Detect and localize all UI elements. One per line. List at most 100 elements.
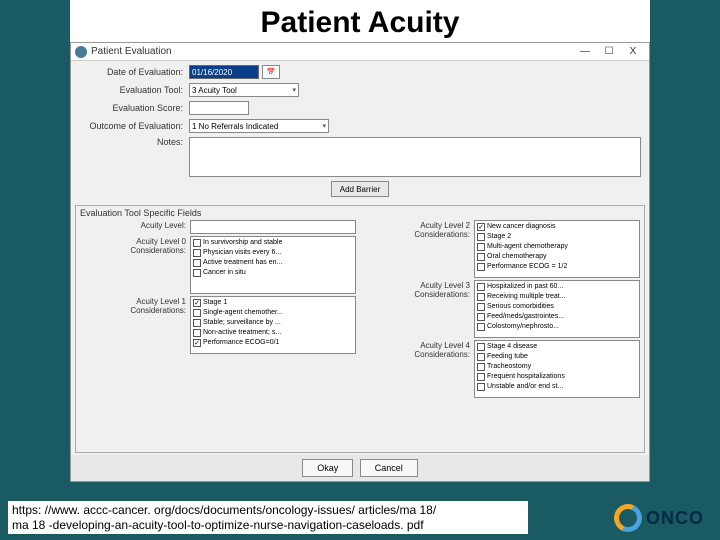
list-item[interactable]: Hospitalized in past 60... bbox=[477, 282, 637, 292]
item-label: Feeding tube bbox=[487, 352, 528, 362]
list-item[interactable]: Physician visits every 6... bbox=[193, 248, 353, 258]
checkbox-icon[interactable] bbox=[477, 243, 485, 251]
item-label: Cancer in situ bbox=[203, 268, 246, 278]
minimize-button[interactable]: — bbox=[573, 44, 597, 60]
l0-label: Acuity Level 0 Considerations: bbox=[80, 236, 190, 294]
l4-label: Acuity Level 4 Considerations: bbox=[364, 340, 474, 398]
checkbox-icon[interactable] bbox=[477, 223, 485, 231]
item-label: Performance ECOG=0/1 bbox=[203, 338, 279, 348]
checkbox-icon[interactable] bbox=[193, 249, 201, 257]
close-button[interactable]: X bbox=[621, 44, 645, 60]
cancel-button[interactable]: Cancel bbox=[360, 459, 418, 477]
tool-select[interactable]: 3 Acuity Tool ▾ bbox=[189, 83, 299, 97]
checkbox-icon[interactable] bbox=[477, 323, 485, 331]
l3-list[interactable]: Hospitalized in past 60...Receiving mult… bbox=[474, 280, 640, 338]
date-input[interactable] bbox=[189, 65, 259, 79]
list-item[interactable]: Oral chemotherapy bbox=[477, 252, 637, 262]
titlebar: Patient Evaluation — ☐ X bbox=[71, 43, 649, 61]
l0-list[interactable]: In survivorship and stablePhysician visi… bbox=[190, 236, 356, 294]
checkbox-icon[interactable] bbox=[193, 259, 201, 267]
list-item[interactable]: Multi-agent chemotherapy bbox=[477, 242, 637, 252]
date-label: Date of Evaluation: bbox=[79, 67, 189, 77]
list-item[interactable]: Feed/meds/gastrointes... bbox=[477, 312, 637, 322]
outcome-value: 1 No Referrals Indicated bbox=[192, 122, 278, 131]
notes-label: Notes: bbox=[79, 137, 189, 147]
checkbox-icon[interactable] bbox=[477, 283, 485, 291]
item-label: In survivorship and stable bbox=[203, 238, 282, 248]
l4-list[interactable]: Stage 4 diseaseFeeding tubeTracheostomyF… bbox=[474, 340, 640, 398]
checkbox-icon[interactable] bbox=[477, 303, 485, 311]
list-item[interactable]: Performance ECOG=0/1 bbox=[193, 338, 353, 348]
notes-textarea[interactable] bbox=[189, 137, 641, 177]
app-window: Patient Evaluation — ☐ X Date of Evaluat… bbox=[70, 42, 650, 482]
checkbox-icon[interactable] bbox=[477, 263, 485, 271]
list-item[interactable]: Tracheostomy bbox=[477, 362, 637, 372]
item-label: Single-agent chemother... bbox=[203, 308, 283, 318]
outcome-label: Outcome of Evaluation: bbox=[79, 121, 189, 131]
checkbox-icon[interactable] bbox=[477, 353, 485, 361]
checkbox-icon[interactable] bbox=[193, 269, 201, 277]
source-url: https: //www. accc-cancer. org/docs/docu… bbox=[8, 501, 528, 534]
list-item[interactable]: Stage 1 bbox=[193, 298, 353, 308]
outcome-select[interactable]: 1 No Referrals Indicated ▾ bbox=[189, 119, 329, 133]
checkbox-icon[interactable] bbox=[477, 383, 485, 391]
checkbox-icon[interactable] bbox=[477, 343, 485, 351]
list-item[interactable]: Feeding tube bbox=[477, 352, 637, 362]
item-label: Non-active treatment; s... bbox=[203, 328, 281, 338]
item-label: Unstable and/or end st... bbox=[487, 382, 563, 392]
list-item[interactable]: New cancer diagnosis bbox=[477, 222, 637, 232]
checkbox-icon[interactable] bbox=[477, 293, 485, 301]
l1-list[interactable]: Stage 1Single-agent chemother...Stable; … bbox=[190, 296, 356, 354]
fieldset-legend: Evaluation Tool Specific Fields bbox=[76, 206, 644, 220]
checkbox-icon[interactable] bbox=[193, 299, 201, 307]
checkbox-icon[interactable] bbox=[193, 309, 201, 317]
right-column: Acuity Level 2 Considerations: New cance… bbox=[360, 220, 644, 452]
item-label: Frequent hospitalizations bbox=[487, 372, 565, 382]
list-item[interactable]: In survivorship and stable bbox=[193, 238, 353, 248]
checkbox-icon[interactable] bbox=[193, 319, 201, 327]
logo-icon bbox=[610, 500, 646, 536]
acuity-level-select[interactable] bbox=[190, 220, 356, 234]
item-label: Oral chemotherapy bbox=[487, 252, 547, 262]
list-item[interactable]: Frequent hospitalizations bbox=[477, 372, 637, 382]
list-item[interactable]: Non-active treatment; s... bbox=[193, 328, 353, 338]
specific-fields-group: Evaluation Tool Specific Fields Acuity L… bbox=[75, 205, 645, 453]
list-item[interactable]: Unstable and/or end st... bbox=[477, 382, 637, 392]
checkbox-icon[interactable] bbox=[477, 363, 485, 371]
chevron-down-icon: ▾ bbox=[292, 86, 296, 94]
l2-list[interactable]: New cancer diagnosisStage 2Multi-agent c… bbox=[474, 220, 640, 278]
list-item[interactable]: Stage 4 disease bbox=[477, 342, 637, 352]
calendar-icon[interactable]: 📅 bbox=[262, 65, 280, 79]
checkbox-icon[interactable] bbox=[193, 339, 201, 347]
item-label: Tracheostomy bbox=[487, 362, 531, 372]
checkbox-icon[interactable] bbox=[477, 313, 485, 321]
list-item[interactable]: Serious comorbidities bbox=[477, 302, 637, 312]
left-column: Acuity Level: Acuity Level 0 Considerati… bbox=[76, 220, 360, 452]
checkbox-icon[interactable] bbox=[193, 239, 201, 247]
add-barrier-button[interactable]: Add Barrier bbox=[331, 181, 389, 197]
window-title: Patient Evaluation bbox=[91, 46, 573, 57]
checkbox-icon[interactable] bbox=[193, 329, 201, 337]
item-label: Physician visits every 6... bbox=[203, 248, 281, 258]
list-item[interactable]: Performance ECOG = 1/2 bbox=[477, 262, 637, 272]
list-item[interactable]: Active treatment has en... bbox=[193, 258, 353, 268]
tool-label: Evaluation Tool: bbox=[79, 85, 189, 95]
item-label: Receiving multiple treat... bbox=[487, 292, 566, 302]
checkbox-icon[interactable] bbox=[477, 233, 485, 241]
item-label: Hospitalized in past 60... bbox=[487, 282, 563, 292]
okay-button[interactable]: Okay bbox=[302, 459, 353, 477]
list-item[interactable]: Colostomy/nephrosto... bbox=[477, 322, 637, 332]
checkbox-icon[interactable] bbox=[477, 253, 485, 261]
list-item[interactable]: Single-agent chemother... bbox=[193, 308, 353, 318]
list-item[interactable]: Receiving multiple treat... bbox=[477, 292, 637, 302]
list-item[interactable]: Stage 2 bbox=[477, 232, 637, 242]
l2-label: Acuity Level 2 Considerations: bbox=[364, 220, 474, 278]
item-label: Feed/meds/gastrointes... bbox=[487, 312, 564, 322]
score-input[interactable] bbox=[189, 101, 249, 115]
item-label: Stage 2 bbox=[487, 232, 511, 242]
item-label: New cancer diagnosis bbox=[487, 222, 555, 232]
list-item[interactable]: Cancer in situ bbox=[193, 268, 353, 278]
checkbox-icon[interactable] bbox=[477, 373, 485, 381]
maximize-button[interactable]: ☐ bbox=[597, 44, 621, 60]
list-item[interactable]: Stable; surveillance by ... bbox=[193, 318, 353, 328]
